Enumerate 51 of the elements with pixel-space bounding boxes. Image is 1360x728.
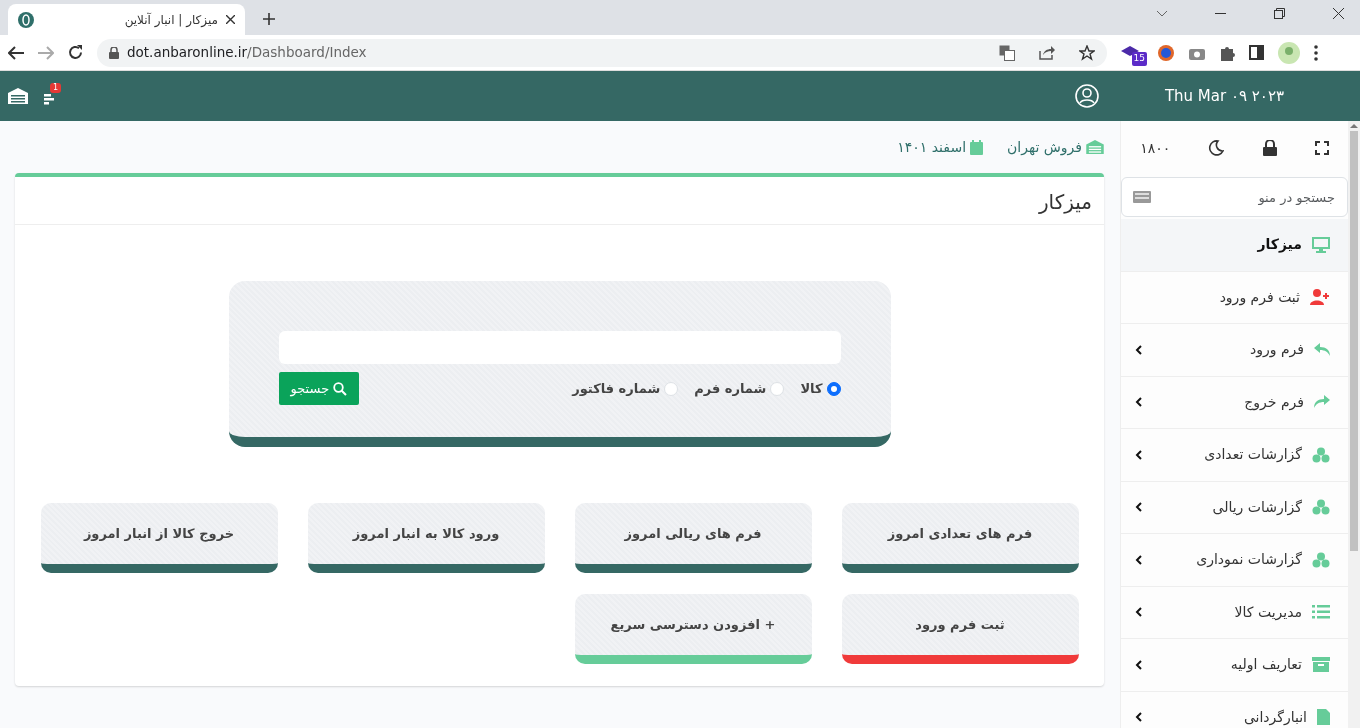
back-icon[interactable] <box>8 45 24 60</box>
lock-icon[interactable] <box>1262 140 1277 156</box>
scroll-up-icon[interactable] <box>1350 121 1358 131</box>
sidebar-item[interactable]: میزکار <box>1121 219 1348 272</box>
extension-icon[interactable] <box>1157 43 1175 62</box>
fullscreen-icon[interactable] <box>1314 141 1329 155</box>
puzzle-icon[interactable] <box>1219 44 1235 61</box>
sidebar-item[interactable]: تعاریف اولیه <box>1121 639 1348 692</box>
reload-icon[interactable] <box>68 45 83 60</box>
profile-avatar[interactable] <box>1278 41 1300 64</box>
moon-icon[interactable] <box>1208 140 1225 156</box>
lock-icon <box>109 46 119 59</box>
menu-search-field[interactable]: جستجو در منو <box>1121 177 1348 217</box>
keyboard-icon <box>1133 191 1151 203</box>
notification-icon[interactable] <box>44 94 54 105</box>
menu-icon[interactable] <box>1314 44 1318 61</box>
warehouse-icon <box>1086 140 1104 154</box>
calendar-icon <box>970 139 984 155</box>
star-icon[interactable] <box>1079 44 1095 61</box>
scrollbar[interactable] <box>1348 121 1360 728</box>
tab-search-icon[interactable] <box>1157 10 1167 17</box>
translate-icon[interactable] <box>999 44 1015 61</box>
radio-label: کالا <box>800 379 823 398</box>
search-icon <box>333 381 348 396</box>
close-icon[interactable] <box>1333 8 1344 19</box>
shortcut-tile[interactable]: فرم های ریالی امروز <box>574 503 812 573</box>
shortcut-tile[interactable]: خروج کالا از انبار امروز <box>40 503 278 573</box>
shortcut-tile[interactable]: ثبت فرم ورود <box>841 594 1079 664</box>
restore-icon[interactable] <box>1274 8 1285 19</box>
address-bar[interactable]: dot.anbaronline.ir/Dashboard/Index <box>97 38 1107 67</box>
shortcut-tile[interactable]: ورود کالا به انبار امروز <box>307 503 545 573</box>
card-title: میزکار <box>15 177 1104 225</box>
warehouse-name[interactable]: فروش تهران <box>1007 136 1082 158</box>
radio-button[interactable] <box>826 381 841 396</box>
extension-badge: 15 <box>1131 52 1147 66</box>
radio-label: شماره فاکتور <box>572 379 661 398</box>
shortcut-tile[interactable]: + افزودن دسترسی سریع <box>574 594 812 664</box>
period-text[interactable]: اسفند ۱۴۰۱ <box>897 136 967 158</box>
url-text: dot.anbaronline.ir/Dashboard/Index <box>127 43 367 63</box>
user-icon[interactable] <box>1074 84 1099 108</box>
site-icon <box>18 11 34 28</box>
side-panel-icon[interactable] <box>1249 45 1264 60</box>
close-icon[interactable] <box>226 15 235 24</box>
new-tab-icon[interactable] <box>263 13 275 25</box>
share-icon[interactable] <box>1039 45 1055 60</box>
counter-text: ۱۸۰۰ <box>1140 138 1171 158</box>
warehouse-icon[interactable] <box>8 88 28 104</box>
shortcut-tile[interactable]: فرم های تعدادی امروز <box>841 503 1079 573</box>
notification-badge: 1 <box>50 83 62 93</box>
date-text: Thu Mar ۰۹ ۲۰۲۳ <box>1164 85 1284 107</box>
radio-label: شماره فرم <box>694 379 767 399</box>
